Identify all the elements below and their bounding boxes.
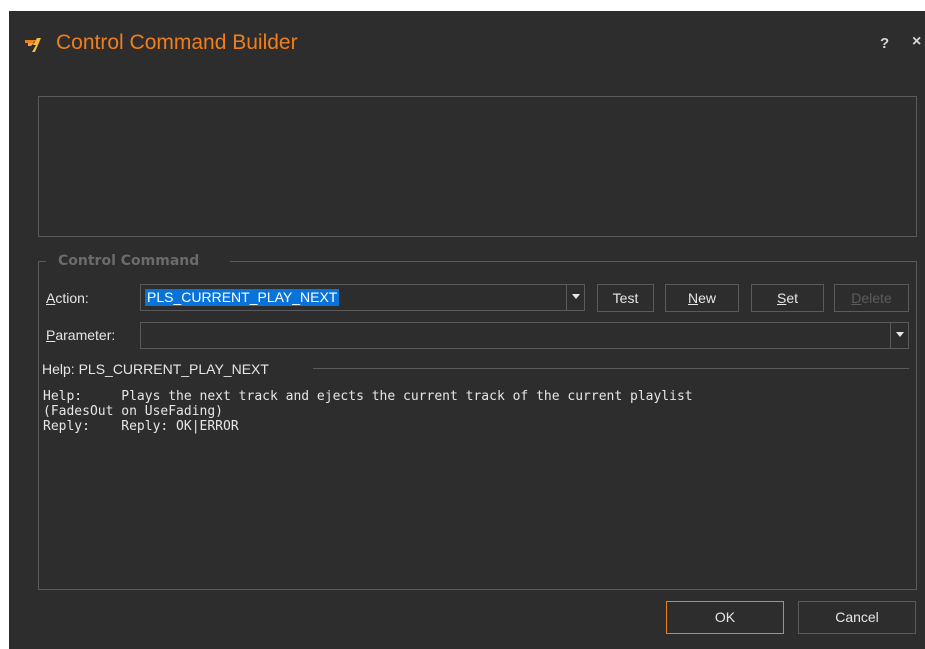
test-button[interactable]: Test: [597, 284, 654, 312]
ok-button[interactable]: OK: [666, 601, 784, 634]
set-button[interactable]: Set: [751, 284, 824, 312]
new-button[interactable]: New: [665, 284, 739, 312]
group-border-segment: [230, 261, 916, 262]
app-logo-icon: [25, 38, 41, 52]
delete-button[interactable]: Delete: [834, 284, 909, 312]
control-command-group-label: Control Command: [58, 253, 200, 269]
help-text: Help: Plays the next track and ejects th…: [43, 389, 693, 434]
parameter-combobox[interactable]: [140, 322, 909, 349]
help-button[interactable]: ?: [880, 35, 889, 52]
dialog-title: Control Command Builder: [56, 31, 298, 54]
group-border-segment: [38, 261, 46, 262]
chevron-down-icon[interactable]: [890, 323, 908, 348]
chevron-down-icon[interactable]: [566, 285, 584, 310]
action-combobox[interactable]: PLS_CURRENT_PLAY_NEXT: [140, 284, 585, 311]
help-divider: [313, 368, 909, 369]
close-button[interactable]: ×: [912, 33, 921, 51]
action-label: Action:: [46, 290, 89, 306]
command-preview-box: [38, 96, 917, 237]
help-heading: Help: PLS_CURRENT_PLAY_NEXT: [42, 361, 269, 377]
parameter-label: Parameter:: [46, 327, 116, 343]
cancel-button[interactable]: Cancel: [798, 601, 916, 634]
control-command-builder-dialog: Control Command Builder ? × Control Comm…: [9, 11, 925, 649]
action-value: PLS_CURRENT_PLAY_NEXT: [145, 289, 340, 306]
